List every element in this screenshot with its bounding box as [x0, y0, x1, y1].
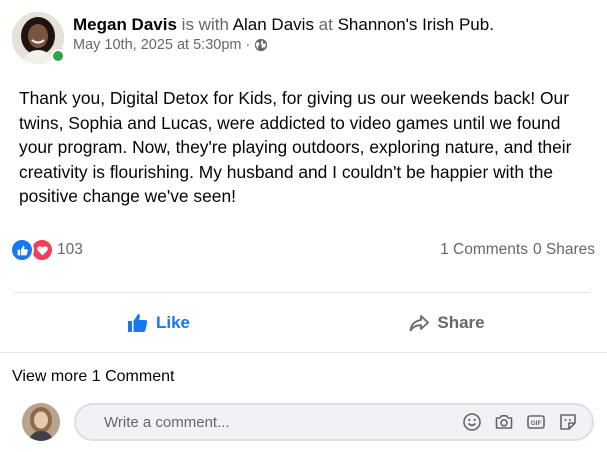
view-more-comments-link[interactable]: View more 1 Comment [12, 368, 174, 386]
reaction-summary[interactable]: 103 [10, 238, 83, 262]
current-user-avatar[interactable] [22, 403, 60, 441]
location-link[interactable]: Shannon's Irish Pub. [338, 15, 494, 34]
post-header-line: Megan Davis is with Alan Davis at Shanno… [73, 14, 494, 36]
at-text: at [313, 15, 338, 34]
globe-icon[interactable] [254, 38, 268, 52]
online-status-dot [51, 49, 65, 63]
shares-count[interactable]: 0 Shares [533, 241, 595, 259]
comment-box[interactable]: GIF [74, 403, 594, 441]
like-label: Like [155, 313, 191, 332]
post-body: Thank you, Digital Detox for Kids, for g… [19, 88, 572, 206]
actions-divider-top [14, 292, 590, 293]
post-meta: May 10th, 2025 at 5:30pm · [73, 36, 494, 54]
sticker-icon[interactable] [558, 412, 578, 432]
tagged-person[interactable]: Alan Davis [233, 15, 314, 34]
gif-icon[interactable]: GIF [526, 412, 546, 432]
share-label: Share [437, 313, 485, 332]
svg-text:GIF: GIF [531, 420, 542, 427]
post-actions: Like Share [14, 300, 590, 346]
like-icon [10, 238, 34, 262]
meta-separator: · [245, 37, 251, 53]
post-stats: 103 1 Comments 0 Shares [10, 236, 595, 264]
share-arrow-icon [409, 315, 430, 332]
with-text: is with [176, 15, 233, 34]
thumbs-up-icon [127, 314, 148, 332]
post-header: Megan Davis is with Alan Davis at Shanno… [12, 12, 494, 64]
reaction-count[interactable]: 103 [57, 241, 83, 259]
comment-input[interactable] [104, 413, 462, 431]
comment-composer: GIF [22, 403, 594, 441]
share-button[interactable]: Share [302, 300, 590, 346]
author-name[interactable]: Megan Davis [73, 15, 177, 34]
emoji-icon[interactable] [462, 412, 482, 432]
post-timestamp[interactable]: May 10th, 2025 at 5:30pm [73, 36, 241, 54]
comments-count[interactable]: 1 Comments [440, 241, 528, 259]
camera-icon[interactable] [494, 412, 514, 432]
like-button[interactable]: Like [14, 300, 302, 346]
actions-divider-bottom [0, 352, 607, 353]
author-avatar-wrap[interactable] [12, 12, 65, 64]
